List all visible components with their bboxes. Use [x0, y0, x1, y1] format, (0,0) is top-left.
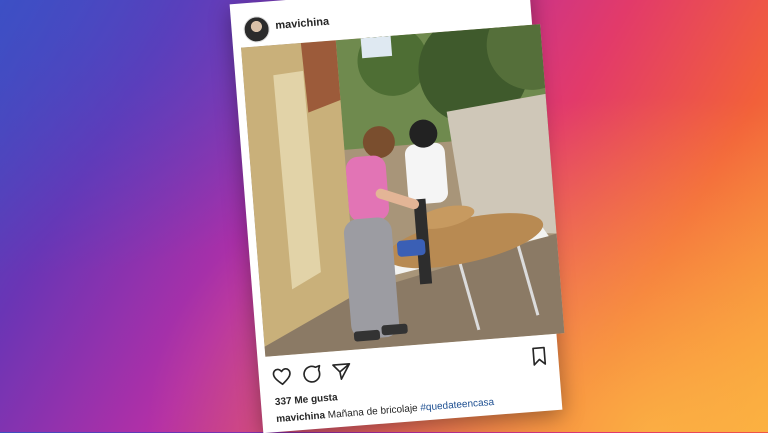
caption-text: Mañana de bricolaje — [324, 402, 421, 422]
avatar[interactable] — [242, 15, 271, 44]
heart-icon[interactable] — [270, 365, 294, 389]
post-username[interactable]: mavichina — [275, 16, 330, 32]
post-photo[interactable] — [241, 24, 565, 357]
hashtag-link[interactable]: #quedateencasa — [420, 397, 495, 414]
comment-icon[interactable] — [300, 362, 324, 386]
send-icon[interactable] — [330, 360, 354, 384]
instagram-post-card: mavichina 337 Me gusta mavichina Mañana … — [229, 0, 565, 433]
bookmark-icon[interactable] — [527, 344, 551, 368]
photo-illustration — [241, 24, 565, 357]
likes-count[interactable]: 337 Me gusta — [275, 392, 338, 408]
caption-username[interactable]: mavichina — [276, 410, 326, 425]
